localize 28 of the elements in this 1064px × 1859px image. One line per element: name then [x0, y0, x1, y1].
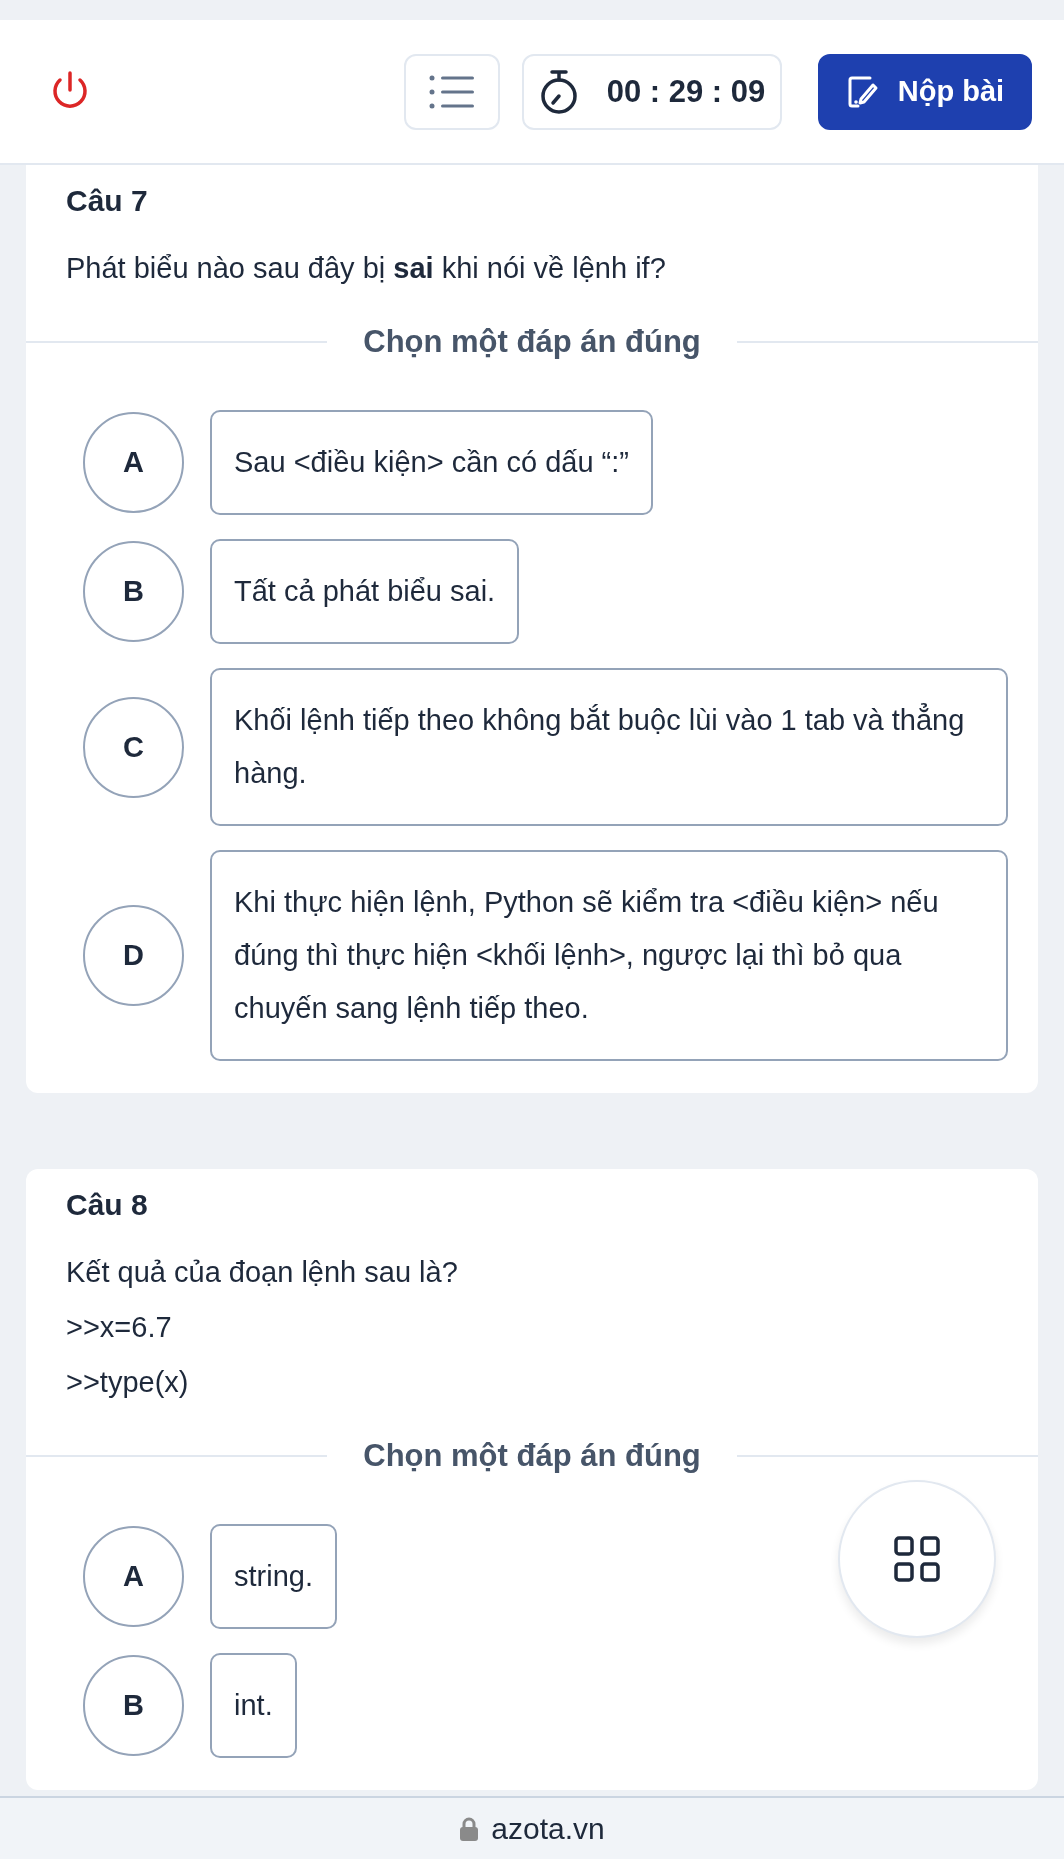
option-letter[interactable]: B	[83, 541, 184, 642]
submit-button[interactable]: Nộp bài	[818, 53, 1032, 130]
option-letter[interactable]: A	[83, 412, 184, 513]
grid-icon	[894, 1536, 940, 1582]
stopwatch-icon	[538, 68, 579, 115]
domain-text: azota.vn	[491, 1811, 605, 1846]
option-answer[interactable]: Khối lệnh tiếp theo không bắt buộc lùi vào 1 tab và thẳng hàng.	[210, 668, 1008, 826]
timer-display: 00 : 29 : 09	[522, 53, 782, 130]
code-line: >>x=6.7	[66, 1310, 173, 1345]
question-title: Câu 7	[66, 183, 149, 219]
option-letter[interactable]: D	[83, 905, 184, 1006]
option-answer[interactable]: int.	[210, 1653, 297, 1758]
question-text: Phát biểu nào sau đây bị sai khi nói về lệnh if?	[66, 251, 667, 286]
option-answer[interactable]: Khi thực hiện lệnh, Python sẽ kiểm tra <điều kiện> nếu đúng thì thực hiện <khối lệnh>, ngược lại thì bỏ qua chuyến sang lệnh tiếp theo.	[210, 850, 1008, 1061]
instruction-text: Chọn một đáp án đúng	[362, 324, 702, 360]
question-title: Câu 8	[66, 1187, 149, 1223]
instruction-text: Chọn một đáp án đúng	[362, 1438, 702, 1474]
option-letter[interactable]: A	[83, 1526, 184, 1627]
option-answer[interactable]: string.	[210, 1524, 337, 1629]
option-letter[interactable]: C	[83, 696, 184, 798]
option-answer[interactable]: Sau <điều kiện> cần có dấu “:”	[210, 410, 653, 515]
code-line: >>type(x)	[66, 1365, 190, 1400]
list-icon	[429, 74, 475, 109]
list-menu-button[interactable]	[404, 53, 500, 130]
lock-icon	[459, 1815, 480, 1842]
option-answer[interactable]: Tất cả phát biểu sai.	[210, 539, 520, 644]
option-letter[interactable]: B	[83, 1655, 184, 1756]
question-text: Kết quả của đoạn lệnh sau là?	[66, 1255, 459, 1290]
